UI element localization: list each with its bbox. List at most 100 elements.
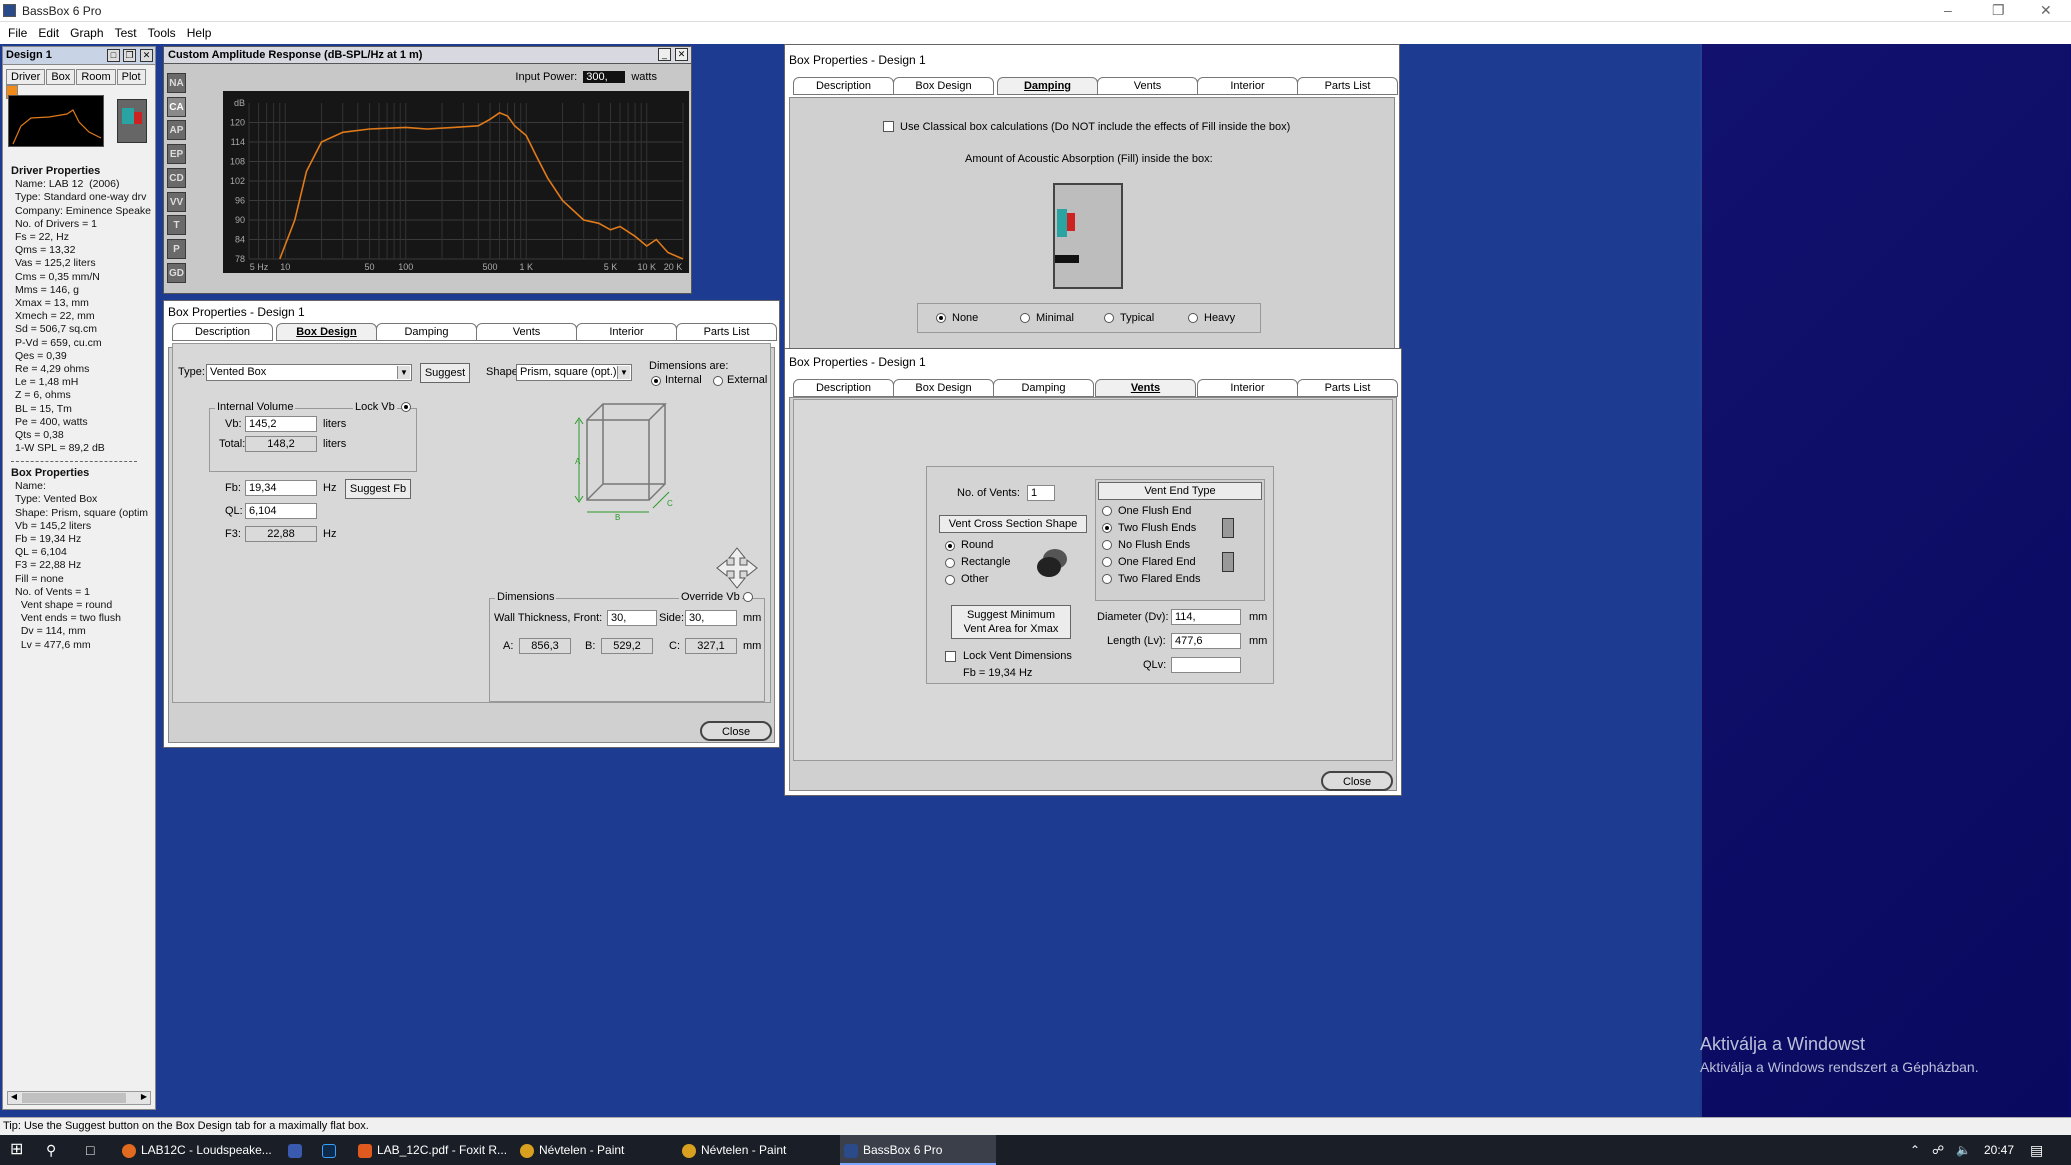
tab-damping[interactable]: Damping <box>997 77 1098 95</box>
task-view-icon[interactable]: □ <box>82 1135 94 1165</box>
tab-plot[interactable]: Plot <box>116 69 146 85</box>
chevron-down-icon[interactable]: ▼ <box>397 366 410 379</box>
volume-icon[interactable]: 🔈 <box>1952 1135 1971 1165</box>
copy-icon[interactable]: ❐ <box>123 49 136 62</box>
scroll-left-icon[interactable]: ◀ <box>8 1092 20 1104</box>
shape-other-radio[interactable] <box>945 575 955 585</box>
no-flush-ends-radio[interactable] <box>1102 540 1112 550</box>
two-flush-ends-radio[interactable] <box>1102 523 1112 533</box>
tab-vents[interactable]: Vents <box>1095 379 1196 397</box>
restore-icon[interactable]: ❐ <box>1992 2 2005 19</box>
side-input[interactable]: 30, <box>685 610 737 626</box>
tab-box[interactable]: Box <box>46 69 76 85</box>
save-icon[interactable]: □ <box>107 49 120 62</box>
tab-interior[interactable]: Interior <box>1197 379 1298 397</box>
menu-help[interactable]: Help <box>187 26 212 40</box>
taskbar-item-bassbox[interactable]: BassBox 6 Pro <box>840 1135 996 1165</box>
taskbar-item-firefox[interactable]: LAB12C - Loudspeake... <box>118 1135 274 1165</box>
minimize-icon[interactable]: – <box>1944 2 1952 18</box>
response-thumbnail[interactable] <box>8 95 104 147</box>
suggest-min-vent-button[interactable]: Suggest Minimum Vent Area for Xmax <box>951 605 1071 639</box>
chart-mode-p-button[interactable]: P <box>167 238 186 259</box>
menu-tools[interactable]: Tools <box>148 26 176 40</box>
length-input[interactable]: 477,6 <box>1171 633 1241 649</box>
tab-parts-list[interactable]: Parts List <box>1297 77 1398 95</box>
notifications-icon[interactable]: ▤ <box>2026 1135 2043 1165</box>
qlv-input[interactable] <box>1171 657 1241 673</box>
shape-round-radio[interactable] <box>945 541 955 551</box>
shape-rectangle-radio[interactable] <box>945 558 955 568</box>
scroll-thumb[interactable] <box>22 1093 126 1103</box>
tab-vents[interactable]: Vents <box>476 323 577 341</box>
override-vb-radio[interactable] <box>743 592 753 602</box>
chart-mode-ep-button[interactable]: EP <box>167 144 186 165</box>
chart-mode-ap-button[interactable]: AP <box>167 120 186 141</box>
lock-vb-radio[interactable] <box>401 402 411 412</box>
chart-mode-gd-button[interactable]: GD <box>167 262 186 283</box>
wall-front-input[interactable]: 30, <box>607 610 657 626</box>
taskbar-item-foxit[interactable]: LAB_12C.pdf - Foxit R... <box>354 1135 510 1165</box>
tab-interior[interactable]: Interior <box>1197 77 1298 95</box>
close-button[interactable]: Close <box>1321 771 1393 791</box>
classical-box-checkbox[interactable] <box>883 121 894 132</box>
tab-vents[interactable]: Vents <box>1097 77 1198 95</box>
one-flared-end-radio[interactable] <box>1102 557 1112 567</box>
internal-radio[interactable] <box>651 376 661 386</box>
tray-up-arrow-icon[interactable]: ⌃ <box>1906 1135 1920 1165</box>
chart-mode-ca-button[interactable]: CA <box>167 96 186 117</box>
tab-description[interactable]: Description <box>172 323 273 341</box>
rotate-view-icon[interactable] <box>715 546 759 590</box>
network-icon[interactable]: ☍ <box>1928 1135 1944 1165</box>
tab-box-design[interactable]: Box Design <box>276 323 377 341</box>
taskbar-item-paint-1[interactable]: Névtelen - Paint <box>516 1135 672 1165</box>
menu-edit[interactable]: Edit <box>38 26 59 40</box>
tab-damping[interactable]: Damping <box>376 323 477 341</box>
fb-input[interactable]: 19,34 <box>245 480 317 496</box>
menu-test[interactable]: Test <box>115 26 137 40</box>
one-flush-end-radio[interactable] <box>1102 506 1112 516</box>
panel-close-icon[interactable]: ✕ <box>140 49 153 62</box>
shape-select[interactable]: Prism, square (opt.) ▼ <box>516 364 632 381</box>
suggest-fb-button[interactable]: Suggest Fb <box>345 479 411 499</box>
fill-typical-radio[interactable] <box>1104 313 1114 323</box>
fill-none-radio[interactable] <box>936 313 946 323</box>
chevron-down-icon[interactable]: ▼ <box>617 366 630 379</box>
box-thumbnail[interactable] <box>117 99 147 143</box>
tab-interior[interactable]: Interior <box>576 323 677 341</box>
lock-vent-dims-checkbox[interactable] <box>945 651 956 662</box>
tab-box-design[interactable]: Box Design <box>893 77 994 95</box>
vb-input[interactable]: 145,2 <box>245 416 317 432</box>
taskbar-item-paint-2[interactable]: Névtelen - Paint <box>678 1135 834 1165</box>
close-icon[interactable]: ✕ <box>2040 2 2052 19</box>
chart-mode-cd-button[interactable]: CD <box>167 167 186 188</box>
box-type-select[interactable]: Vented Box ▼ <box>206 364 412 381</box>
chart-minimize-icon[interactable]: _ <box>658 48 671 61</box>
num-vents-input[interactable]: 1 <box>1027 485 1055 501</box>
menu-file[interactable]: File <box>8 26 27 40</box>
search-icon[interactable]: ⚲ <box>42 1135 56 1165</box>
start-icon[interactable]: ⊞ <box>6 1135 23 1165</box>
tab-damping[interactable]: Damping <box>993 379 1094 397</box>
tab-driver[interactable]: Driver <box>6 69 46 85</box>
photoshop-icon[interactable] <box>318 1135 341 1165</box>
chart-close-icon[interactable]: ✕ <box>675 48 688 61</box>
close-button[interactable]: Close <box>700 721 772 741</box>
tab-parts-list[interactable]: Parts List <box>1297 379 1398 397</box>
chart-mode-vv-button[interactable]: VV <box>167 191 186 212</box>
horizontal-scrollbar[interactable]: ◀ ▶ <box>7 1091 151 1105</box>
menu-graph[interactable]: Graph <box>70 26 103 40</box>
ql-input[interactable]: 6,104 <box>245 503 317 519</box>
clock[interactable]: 20:47 <box>1980 1135 2014 1165</box>
tab-room[interactable]: Room <box>76 69 116 85</box>
fill-heavy-radio[interactable] <box>1188 313 1198 323</box>
input-power-field[interactable]: 300, <box>583 71 626 83</box>
tab-description[interactable]: Description <box>793 379 894 397</box>
tab-description[interactable]: Description <box>793 77 894 95</box>
external-radio[interactable] <box>713 376 723 386</box>
taskbar-save-icon[interactable] <box>284 1135 307 1165</box>
tab-parts-list[interactable]: Parts List <box>676 323 777 341</box>
chart-mode-t-button[interactable]: T <box>167 215 186 236</box>
diameter-input[interactable]: 114, <box>1171 609 1241 625</box>
fill-minimal-radio[interactable] <box>1020 313 1030 323</box>
two-flared-ends-radio[interactable] <box>1102 574 1112 584</box>
